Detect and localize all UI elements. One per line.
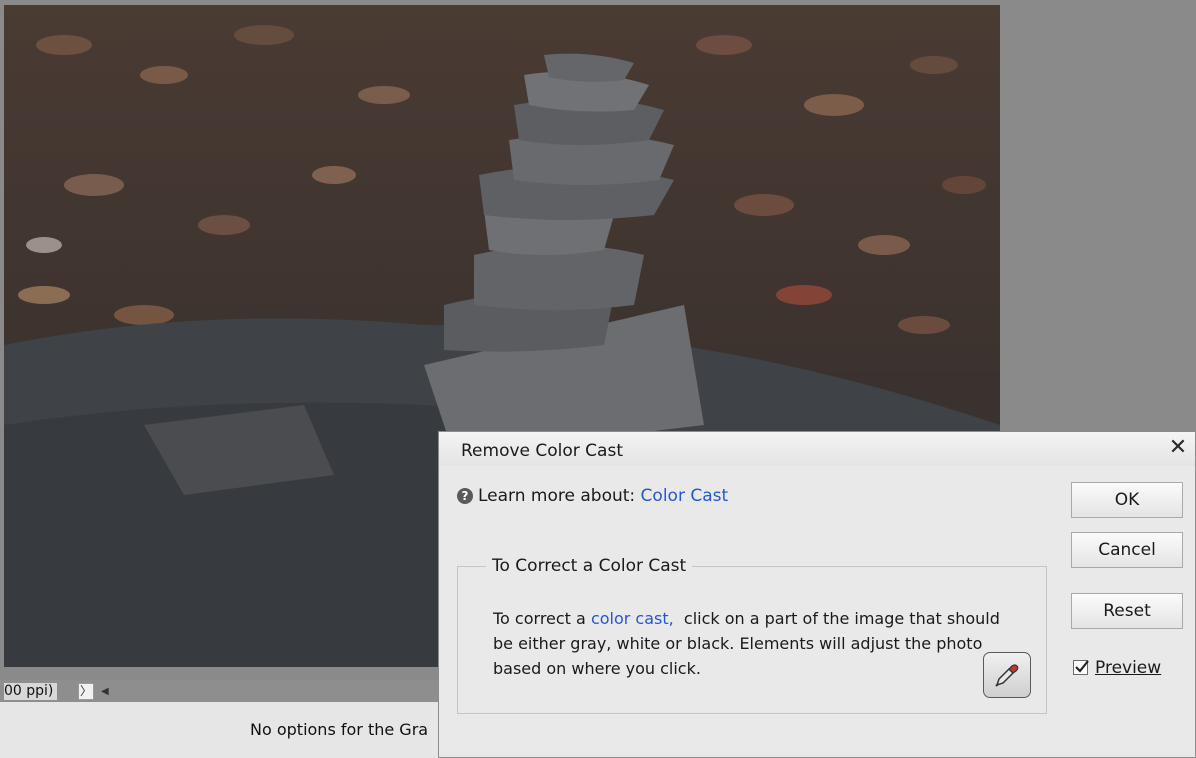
dialog-title: Remove Color Cast xyxy=(461,441,623,461)
reset-button[interactable]: Reset xyxy=(1071,593,1183,629)
ok-button[interactable]: OK xyxy=(1071,482,1183,518)
color-cast-link[interactable]: color cast, xyxy=(591,609,674,628)
color-cast-help-link[interactable]: Color Cast xyxy=(641,486,729,506)
help-row: ? Learn more about: Color Cast xyxy=(457,486,728,506)
help-prefix: Learn more about: xyxy=(478,486,636,506)
eyedropper-icon xyxy=(995,664,1019,687)
dialog-titlebar[interactable]: Remove Color Cast ✕ xyxy=(439,432,1195,466)
zoom-readout: 00 ppi) xyxy=(4,683,58,700)
preview-checkbox-row[interactable]: Preview xyxy=(1073,658,1161,678)
preview-checkbox[interactable] xyxy=(1073,660,1089,675)
close-icon[interactable]: ✕ xyxy=(1167,436,1189,460)
question-circle-icon: ? xyxy=(457,488,473,504)
tool-options-text: No options for the Gra xyxy=(250,720,429,739)
remove-color-cast-dialog: Remove Color Cast ✕ ? Learn more about: C… xyxy=(438,431,1196,758)
group-title: To Correct a Color Cast xyxy=(486,556,693,576)
preview-label: Preview xyxy=(1095,658,1162,678)
cancel-button[interactable]: Cancel xyxy=(1071,532,1183,568)
status-menu-arrow-button[interactable]: 〉 xyxy=(78,683,94,700)
eyedropper-button[interactable] xyxy=(983,652,1031,698)
correct-color-cast-group: To Correct a Color Cast To correct a col… xyxy=(457,556,1047,714)
instructions-text: To correct a color cast, click on a part… xyxy=(493,606,1023,681)
checkmark-icon xyxy=(1075,660,1089,673)
instructions-prefix: To correct a xyxy=(493,609,591,628)
scroll-left-arrow-icon[interactable]: ◀ xyxy=(101,683,109,700)
